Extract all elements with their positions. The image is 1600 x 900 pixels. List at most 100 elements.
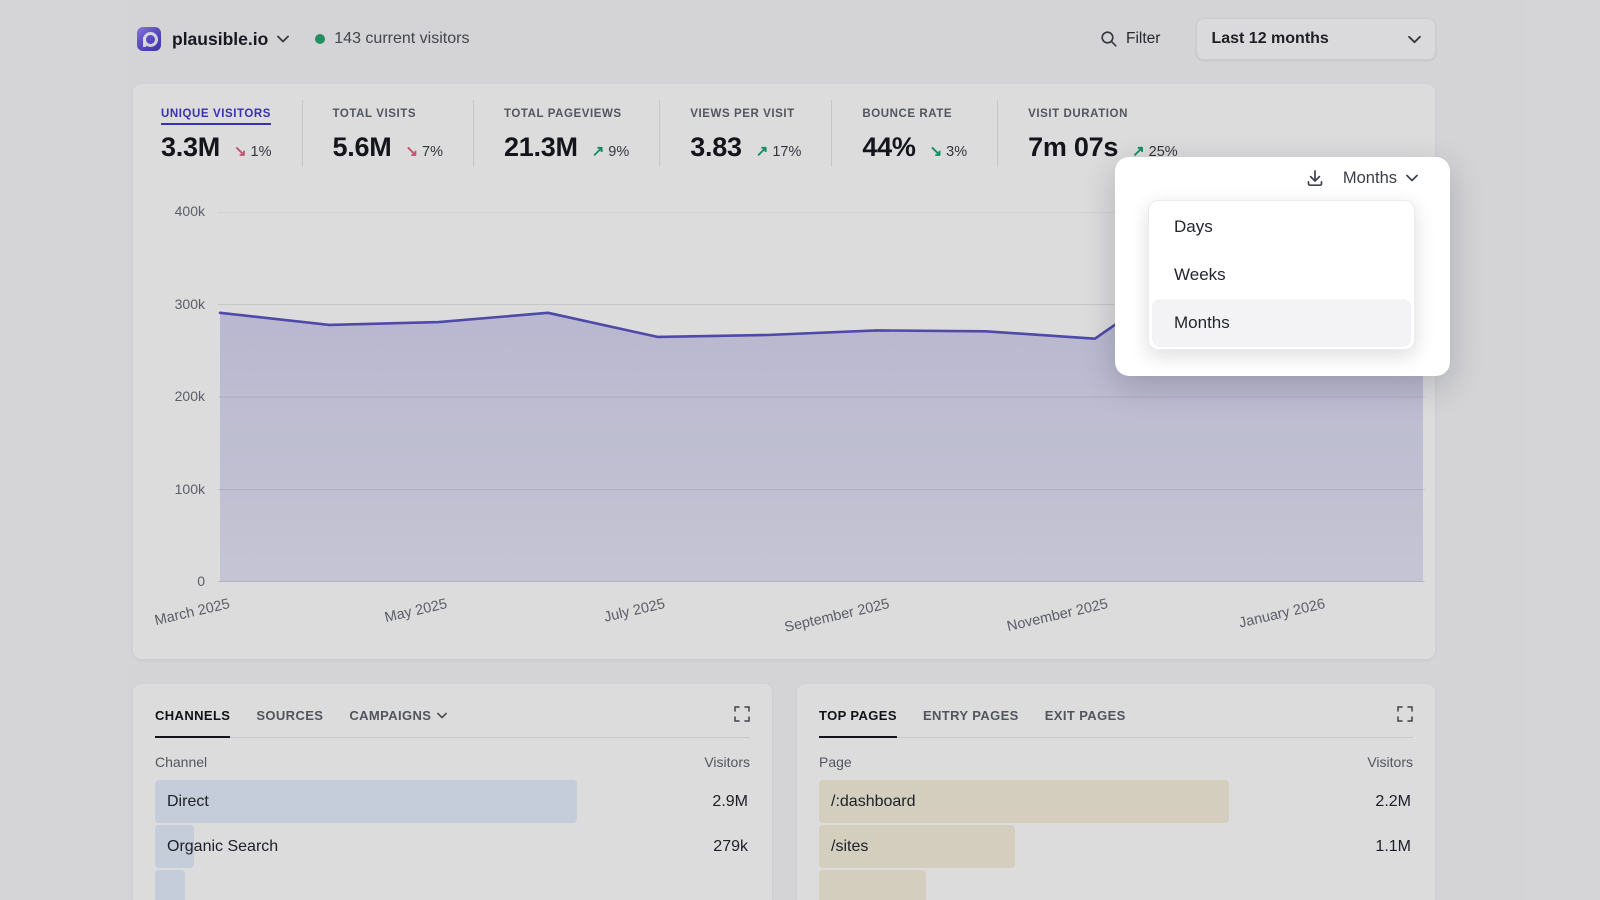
stat-label: VISIT DURATION <box>1028 108 1128 125</box>
list-item[interactable]: Organic Search 279k <box>155 825 750 868</box>
pages-column-headers: Page Visitors <box>819 754 1413 770</box>
header-right: Filter Last 12 months <box>1100 18 1436 60</box>
search-icon <box>1100 30 1118 48</box>
stat-views-per-visit[interactable]: VIEWS PER VISIT 3.83 ↗17% <box>659 100 831 167</box>
x-tick-label: November 2025 <box>1005 596 1109 635</box>
x-tick-label: March 2025 <box>153 596 231 629</box>
interval-popup: Months Days Weeks Months <box>1115 157 1450 376</box>
filter-label: Filter <box>1126 30 1160 48</box>
row-label: /:dashboard <box>831 793 916 811</box>
column-header: Page <box>819 754 852 770</box>
channels-panel: CHANNELS SOURCES CAMPAIGNS Channel Visit… <box>133 684 772 900</box>
site-name[interactable]: plausible.io <box>172 29 268 50</box>
list-item[interactable]: /:dashboard 2.2M <box>819 780 1413 823</box>
list-item[interactable] <box>155 870 750 900</box>
filter-button[interactable]: Filter <box>1100 30 1160 48</box>
stat-value: 3.83 <box>690 132 741 163</box>
plausible-logo-icon <box>137 27 161 51</box>
interval-menu: Days Weeks Months <box>1148 200 1415 350</box>
y-tick-label: 300k <box>147 296 205 312</box>
x-tick-label: January 2026 <box>1237 596 1326 631</box>
stat-total-pageviews[interactable]: TOTAL PAGEVIEWS 21.3M ↗9% <box>473 100 659 167</box>
channels-tabs: CHANNELS SOURCES CAMPAIGNS <box>155 708 750 738</box>
trend-arrow-icon: ↘ <box>930 142 943 160</box>
tab-exit-pages[interactable]: EXIT PAGES <box>1045 708 1126 738</box>
channels-column-headers: Channel Visitors <box>155 754 750 770</box>
column-header: Visitors <box>704 754 750 770</box>
tab-campaigns[interactable]: CAMPAIGNS <box>349 708 447 738</box>
row-label: Organic Search <box>167 838 278 856</box>
stat-value: 21.3M <box>504 132 578 163</box>
stat-label: TOTAL VISITS <box>333 108 417 125</box>
list-item[interactable]: /sites 1.1M <box>819 825 1413 868</box>
interval-dropdown-button[interactable]: Months <box>1343 169 1418 188</box>
list-item[interactable]: Direct 2.9M <box>155 780 750 823</box>
download-icon[interactable] <box>1305 168 1325 188</box>
chevron-down-icon <box>1408 35 1421 44</box>
y-tick-label: 100k <box>147 481 205 497</box>
tab-sources[interactable]: SOURCES <box>256 708 323 738</box>
date-range-label: Last 12 months <box>1211 30 1328 48</box>
menu-item-weeks[interactable]: Weeks <box>1152 251 1411 299</box>
x-tick-label: September 2025 <box>783 596 891 636</box>
row-bar <box>819 870 926 900</box>
current-visitors-label: 143 current visitors <box>334 30 469 48</box>
stat-change: 7% <box>422 144 443 160</box>
tab-campaigns-label: CAMPAIGNS <box>349 708 431 723</box>
chevron-down-icon <box>437 712 447 719</box>
stat-change: 9% <box>608 144 629 160</box>
stat-total-visits[interactable]: TOTAL VISITS 5.6M ↘7% <box>302 100 474 167</box>
header-left: plausible.io 143 current visitors <box>137 22 469 56</box>
column-header: Visitors <box>1367 754 1413 770</box>
pages-panel: TOP PAGES ENTRY PAGES EXIT PAGES Page Vi… <box>797 684 1435 900</box>
stat-value: 3.3M <box>161 132 220 163</box>
row-value: 2.2M <box>1375 793 1411 811</box>
stat-change: 17% <box>772 144 801 160</box>
stat-bounce-rate[interactable]: BOUNCE RATE 44% ↘3% <box>831 100 997 167</box>
chevron-down-icon[interactable] <box>277 35 289 43</box>
expand-icon[interactable] <box>734 706 750 722</box>
interval-popup-header: Months <box>1305 168 1418 188</box>
trend-arrow-icon: ↘ <box>234 142 247 160</box>
chevron-down-icon <box>1406 174 1418 182</box>
live-dot-icon <box>315 34 325 44</box>
row-label: /sites <box>831 838 868 856</box>
tab-entry-pages[interactable]: ENTRY PAGES <box>923 708 1019 738</box>
row-value: 279k <box>713 838 748 856</box>
date-range-button[interactable]: Last 12 months <box>1196 18 1436 60</box>
row-bar <box>155 780 577 823</box>
stat-value: 5.6M <box>333 132 392 163</box>
row-value: 1.1M <box>1375 838 1411 856</box>
trend-arrow-icon: ↗ <box>756 142 769 160</box>
expand-icon[interactable] <box>1397 706 1413 722</box>
current-visitors[interactable]: 143 current visitors <box>315 30 469 48</box>
menu-item-months[interactable]: Months <box>1152 299 1411 347</box>
stat-change: 3% <box>946 144 967 160</box>
stat-label: UNIQUE VISITORS <box>161 108 271 125</box>
stats-row: UNIQUE VISITORS 3.3M↘1% TOTAL VISITS 5.6… <box>161 100 1208 167</box>
row-bar <box>155 870 185 900</box>
plausible-dashboard: plausible.io 143 current visitors Filter… <box>0 0 1600 900</box>
stat-unique-visitors[interactable]: UNIQUE VISITORS 3.3M↘1% <box>161 100 302 167</box>
x-tick-label: May 2025 <box>383 596 449 626</box>
row-value: 2.9M <box>712 793 748 811</box>
stat-label: TOTAL PAGEVIEWS <box>504 108 622 125</box>
interval-button-label: Months <box>1343 169 1397 188</box>
stat-label: VIEWS PER VISIT <box>690 108 794 125</box>
trend-arrow-icon: ↗ <box>592 142 605 160</box>
list-item[interactable] <box>819 870 1413 900</box>
y-tick-label: 400k <box>147 203 205 219</box>
column-header: Channel <box>155 754 207 770</box>
stat-value: 7m 07s <box>1028 132 1118 163</box>
tab-top-pages[interactable]: TOP PAGES <box>819 708 897 738</box>
stat-label: BOUNCE RATE <box>862 108 952 125</box>
x-tick-label: July 2025 <box>603 596 667 626</box>
y-tick-label: 0 <box>147 573 205 589</box>
trend-arrow-icon: ↘ <box>405 142 418 160</box>
stat-value: 44% <box>862 132 915 163</box>
menu-item-days[interactable]: Days <box>1152 203 1411 251</box>
pages-tabs: TOP PAGES ENTRY PAGES EXIT PAGES <box>819 708 1413 738</box>
y-tick-label: 200k <box>147 388 205 404</box>
row-label: Direct <box>167 793 209 811</box>
tab-channels[interactable]: CHANNELS <box>155 708 230 738</box>
